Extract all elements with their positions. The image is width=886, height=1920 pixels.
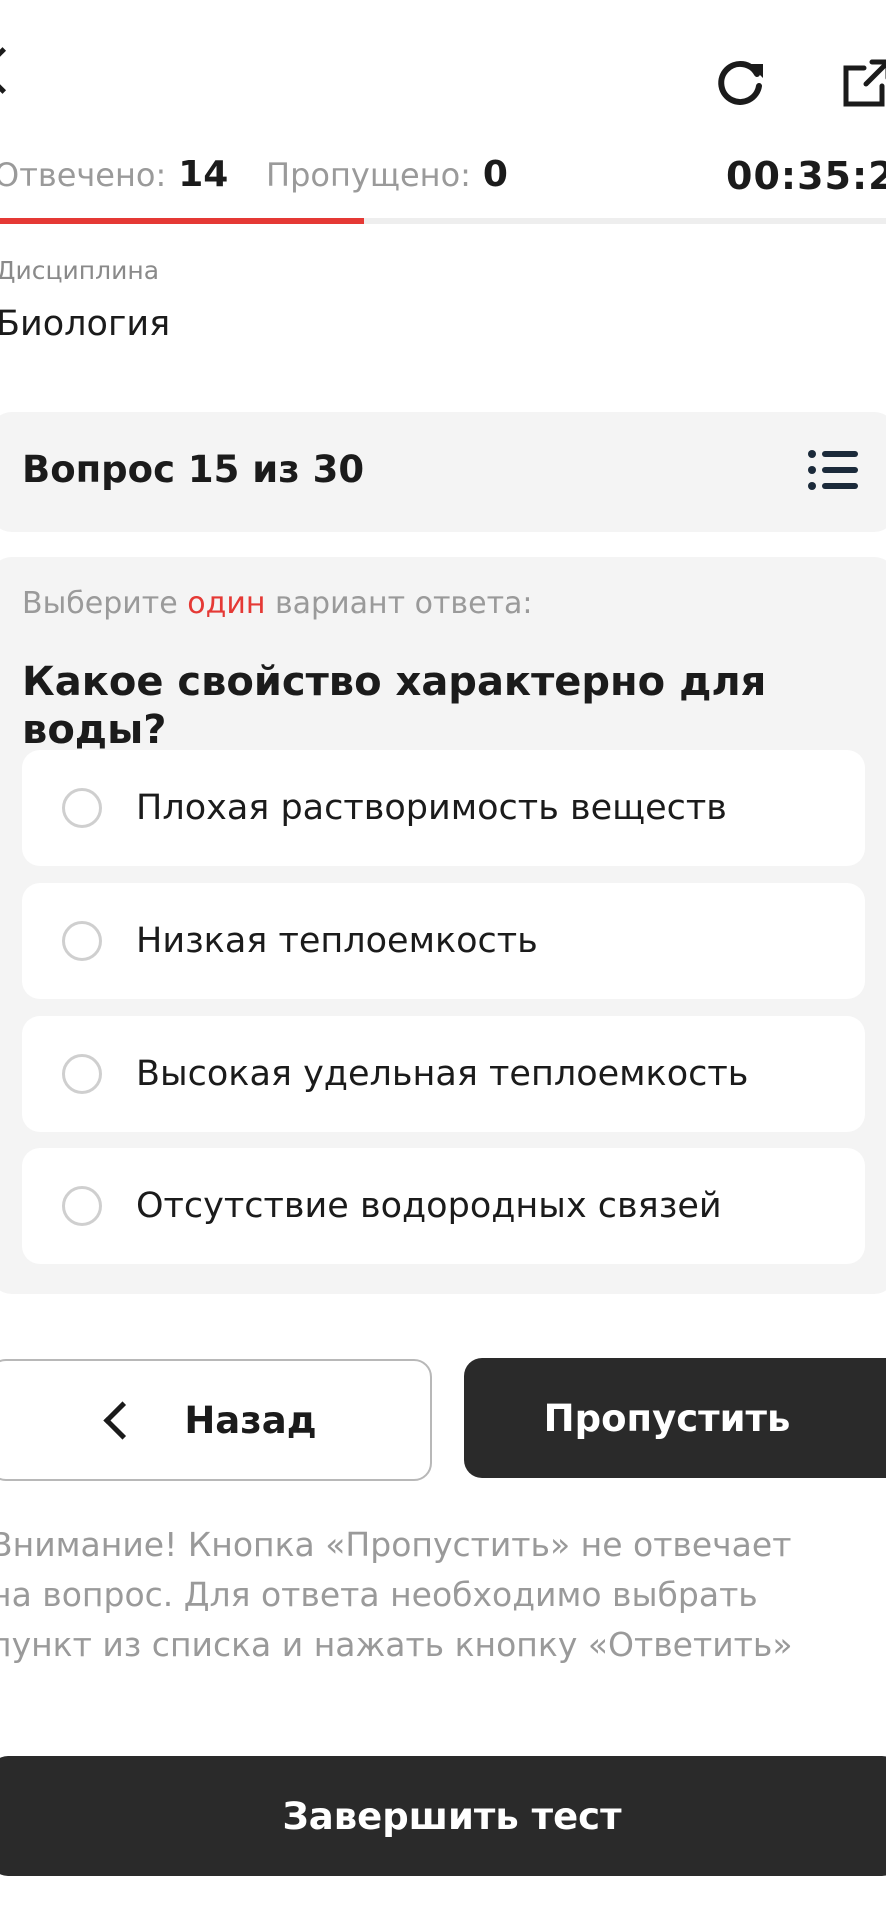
radio-button[interactable] <box>62 1186 102 1226</box>
option-label: Отсутствие водородных связей <box>136 1186 722 1226</box>
back-button-label: Назад <box>184 1398 317 1442</box>
answer-option[interactable]: Плохая растворимость веществ <box>22 750 865 866</box>
question-counter: Вопрос 15 из 30 <box>22 448 365 491</box>
answered-stat: Отвечено: 14 <box>0 154 228 195</box>
question-text: Какое свойство характерно для воды? <box>22 659 767 753</box>
discipline-label: Дисциплина <box>0 256 160 285</box>
answer-option[interactable]: Отсутствие водородных связей <box>22 1148 865 1264</box>
hint-suffix: вариант ответа: <box>265 586 533 621</box>
skip-button-label: Пропустить <box>543 1396 791 1440</box>
radio-button[interactable] <box>62 921 102 961</box>
discipline-value: Биология <box>0 304 171 344</box>
option-label: Низкая теплоемкость <box>136 921 538 961</box>
option-label: Высокая удельная теплоемкость <box>136 1054 749 1094</box>
option-label: Плохая растворимость веществ <box>136 788 727 828</box>
progress-fill <box>0 218 364 224</box>
skip-button[interactable]: Пропустить <box>464 1358 886 1478</box>
refresh-icon[interactable] <box>709 50 773 114</box>
timer: 00:35:29 <box>726 154 886 198</box>
radio-button[interactable] <box>62 1054 102 1094</box>
list-icon[interactable] <box>806 442 862 498</box>
skipped-label: Пропущено: <box>266 156 471 194</box>
finish-test-button[interactable]: Завершить тест <box>0 1756 886 1876</box>
answer-option[interactable]: Высокая удельная теплоемкость <box>22 1016 865 1132</box>
hint-accent: один <box>187 586 266 621</box>
hint-prefix: Выберите <box>22 586 188 621</box>
chevron-left-icon <box>103 1400 142 1440</box>
answered-value: 14 <box>178 154 229 195</box>
warning-line: Внимание! Кнопка «Пропустить» не отвечае… <box>0 1525 792 1564</box>
radio-button[interactable] <box>62 788 102 828</box>
skipped-value: 0 <box>482 154 508 195</box>
answer-hint: Выберите один вариант ответа: <box>22 586 533 621</box>
warning-line: на вопрос. Для ответа необходимо выбрать <box>0 1575 758 1614</box>
back-button[interactable]: Назад <box>0 1359 432 1481</box>
warning-text: Внимание! Кнопка «Пропустить» не отвечае… <box>0 1520 870 1670</box>
external-link-icon[interactable] <box>834 52 886 116</box>
skipped-stat: Пропущено: 0 <box>266 154 508 195</box>
warning-line: пункт из списка и нажать кнопку «Ответит… <box>0 1625 793 1664</box>
answered-label: Отвечено: <box>0 156 167 194</box>
back-arrow-icon[interactable] <box>0 47 26 94</box>
finish-button-label: Завершить тест <box>282 1794 622 1838</box>
answer-option[interactable]: Низкая теплоемкость <box>22 883 865 999</box>
